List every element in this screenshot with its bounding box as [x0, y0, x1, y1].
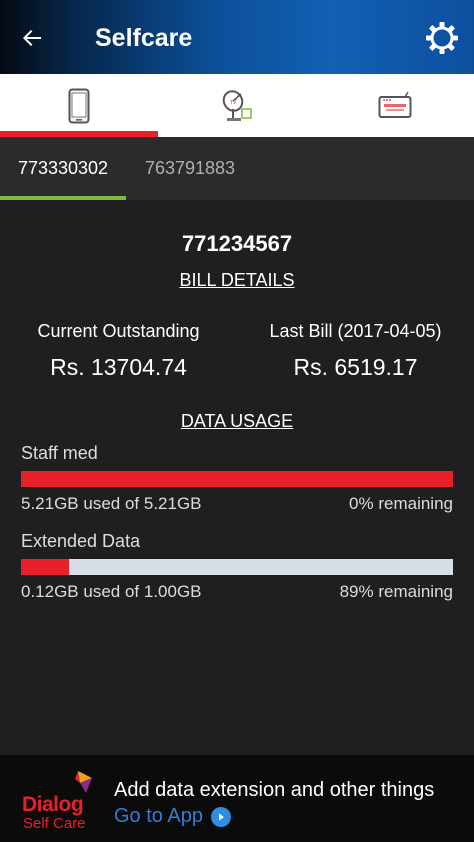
page-title: Selfcare [95, 24, 193, 52]
usage-remaining-text: 89% remaining [339, 582, 453, 601]
current-outstanding-value: Rs. 13704.74 [50, 354, 187, 380]
app-bar: Selfcare [0, 0, 474, 74]
tab-satellite-tv[interactable]: TV [158, 74, 316, 137]
bill-details-link[interactable]: BILL DETAILS [0, 270, 474, 291]
usage-remaining-text: 0% remaining [349, 494, 453, 513]
router-icon [378, 91, 412, 118]
play-icon[interactable] [210, 806, 231, 827]
account-number: 771234567 [181, 231, 293, 256]
usage-name: Extended Data [21, 531, 141, 551]
data-usage-label[interactable]: DATA USAGE [181, 411, 293, 431]
logo-brand-text: Dialog [22, 793, 84, 816]
usage-bar [21, 471, 453, 487]
account-number-tabs: 773330302 763791883 [0, 137, 474, 200]
gear-icon[interactable] [422, 18, 462, 58]
mobile-phone-icon [68, 88, 90, 123]
tab-mobile[interactable] [0, 74, 158, 137]
usage-bar [21, 559, 453, 575]
promo-banner[interactable]: Dialog Self Care Add data extension and … [0, 755, 474, 842]
last-bill-label: Last Bill (2017-04-05) [269, 321, 442, 341]
last-bill-value: Rs. 6519.17 [293, 354, 418, 380]
promo-text: Add data extension and other things [114, 779, 435, 801]
usage-name: Staff med [21, 443, 98, 463]
data-usage-link[interactable]: DATA USAGE [0, 411, 474, 432]
svg-text:TV: TV [230, 100, 237, 106]
tab-number-1[interactable]: 773330302 [0, 137, 126, 200]
dialog-logo-mark-icon [75, 771, 92, 793]
tab-home-broadband[interactable] [316, 74, 474, 137]
satellite-dish-icon: TV [222, 89, 252, 121]
usage-bar-fill [21, 559, 69, 575]
current-outstanding-label: Current Outstanding [37, 321, 200, 341]
back-arrow-icon[interactable] [16, 22, 48, 54]
usage-used-text: 5.21GB used of 5.21GB [21, 494, 202, 513]
go-to-app-link[interactable]: Go to App [114, 805, 231, 828]
connection-type-tabs: TV [0, 74, 474, 137]
tab-number-2[interactable]: 763791883 [126, 137, 254, 200]
usage-bar-fill [21, 471, 453, 487]
account-details: 771234567 BILL DETAILS Current Outstandi… [0, 200, 474, 755]
usage-used-text: 0.12GB used of 1.00GB [21, 582, 202, 601]
dialog-self-care-logo: Dialog Self Care [22, 769, 98, 835]
bill-details-label[interactable]: BILL DETAILS [179, 270, 294, 290]
logo-sub-text: Self Care [23, 815, 86, 832]
go-to-app-label[interactable]: Go to App [114, 805, 203, 828]
